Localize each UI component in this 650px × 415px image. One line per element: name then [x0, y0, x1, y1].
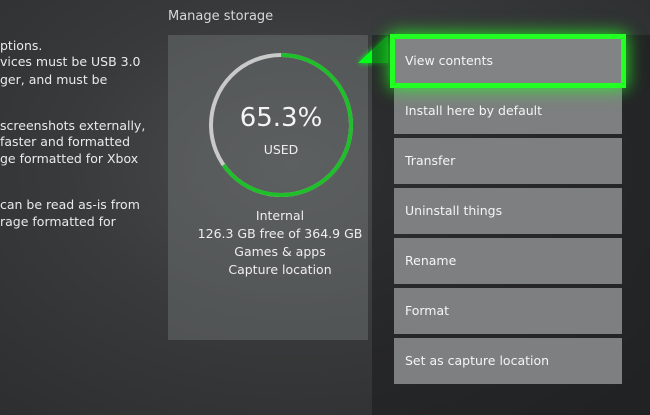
background-help-text: ptions. vices must be USB 3.0 ger, and m… — [0, 0, 175, 415]
transfer-button[interactable]: Transfer — [394, 138, 622, 184]
free-space: 126.3 GB free of 364.9 GB — [197, 226, 363, 241]
install-here-by-default-button[interactable]: Install here by default — [394, 88, 622, 134]
help-text-line: ptions. — [0, 38, 43, 53]
uninstall-things-button[interactable]: Uninstall things — [394, 188, 622, 234]
help-text-line: rage formatted for — [0, 214, 116, 229]
help-text-line: screenshots externally, — [0, 118, 146, 133]
capture-location-label: Capture location — [228, 262, 332, 277]
set-as-capture-location-button[interactable]: Set as capture location — [394, 338, 622, 384]
format-button[interactable]: Format — [394, 288, 622, 334]
content-type: Games & apps — [234, 244, 326, 259]
help-text-line: ger, and must be — [0, 72, 108, 87]
help-text-line: ge formatted for Xbox — [0, 151, 139, 166]
page-title: Manage storage — [168, 9, 274, 24]
help-text-line: faster and formatted — [0, 134, 130, 149]
help-text-line: can be read as-is from — [0, 197, 140, 212]
used-percent: 65.3% — [239, 103, 323, 133]
drive-name: Internal — [255, 208, 305, 223]
used-label: USED — [263, 142, 299, 157]
rename-button[interactable]: Rename — [394, 238, 622, 284]
view-contents-button[interactable]: View contents — [390, 34, 626, 88]
help-text-line: vices must be USB 3.0 — [0, 54, 141, 69]
